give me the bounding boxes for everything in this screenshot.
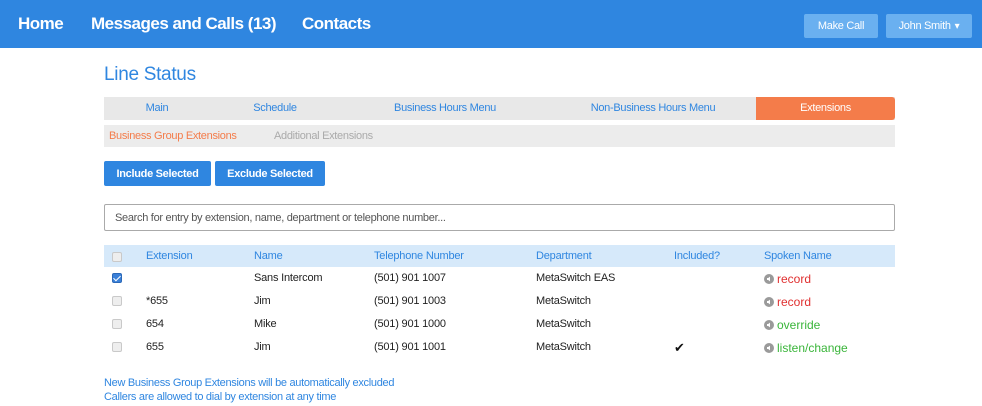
speaker-icon xyxy=(764,296,774,307)
tab-schedule[interactable]: Schedule xyxy=(210,97,340,120)
cell-extension: *655 xyxy=(146,295,168,307)
main-tabs: Main Schedule Business Hours Menu Non-Bu… xyxy=(104,97,895,120)
page-title: Line Status xyxy=(104,64,196,85)
cell-name: Jim xyxy=(254,295,271,307)
col-extension[interactable]: Extension xyxy=(146,245,193,267)
subtab-additional-extensions[interactable]: Additional Extensions xyxy=(274,125,373,147)
spoken-name-label: override xyxy=(777,317,821,332)
cell-department: MetaSwitch EAS xyxy=(536,272,616,284)
spoken-name-override-link[interactable]: override xyxy=(764,313,820,336)
cell-name: Mike xyxy=(254,318,277,330)
speaker-icon xyxy=(764,273,774,284)
subtab-business-group-extensions[interactable]: Business Group Extensions xyxy=(109,125,237,147)
col-name[interactable]: Name xyxy=(254,245,283,267)
row-checkbox[interactable] xyxy=(112,296,122,306)
table-row: 655 Jim (501) 901 1001 MetaSwitch ✔ list… xyxy=(104,336,895,359)
tab-non-business-hours-menu[interactable]: Non-Business Hours Menu xyxy=(550,97,756,120)
spoken-name-record-link[interactable]: record xyxy=(764,290,811,313)
col-spoken-name[interactable]: Spoken Name xyxy=(764,245,832,267)
row-checkbox[interactable] xyxy=(112,342,122,352)
tab-main[interactable]: Main xyxy=(104,97,210,120)
top-navbar: Home Messages and Calls (13) Contacts Ma… xyxy=(0,0,982,48)
search-input[interactable] xyxy=(104,204,895,231)
note-auto-excluded: New Business Group Extensions will be au… xyxy=(104,377,395,389)
cell-extension: 654 xyxy=(146,318,164,330)
make-call-button[interactable]: Make Call xyxy=(804,14,878,38)
nav-contacts-link[interactable]: Contacts xyxy=(302,14,371,34)
cell-name: Jim xyxy=(254,341,271,353)
extensions-table: Extension Name Telephone Number Departme… xyxy=(104,245,895,359)
col-included[interactable]: Included? xyxy=(674,245,720,267)
cell-department: MetaSwitch xyxy=(536,341,591,353)
col-telephone-number[interactable]: Telephone Number xyxy=(374,245,464,267)
cell-telephone: (501) 901 1001 xyxy=(374,341,446,353)
sub-tabs: Business Group Extensions Additional Ext… xyxy=(104,125,895,147)
include-selected-button[interactable]: Include Selected xyxy=(104,161,211,186)
tab-extensions[interactable]: Extensions xyxy=(756,97,895,120)
speaker-icon xyxy=(764,319,774,330)
table-header: Extension Name Telephone Number Departme… xyxy=(104,245,895,267)
cell-telephone: (501) 901 1007 xyxy=(374,272,446,284)
nav-home-link[interactable]: Home xyxy=(18,14,64,34)
cell-telephone: (501) 901 1003 xyxy=(374,295,446,307)
spoken-name-record-link[interactable]: record xyxy=(764,267,811,290)
spoken-name-label: listen/change xyxy=(777,340,848,355)
row-checkbox[interactable] xyxy=(112,273,122,283)
spoken-name-label: record xyxy=(777,294,812,309)
cell-department: MetaSwitch xyxy=(536,318,591,330)
user-name: John Smith xyxy=(898,20,951,32)
cell-department: MetaSwitch xyxy=(536,295,591,307)
user-menu-button[interactable]: John Smith ▾ xyxy=(886,14,972,38)
checkmark-icon: ✔ xyxy=(674,340,685,355)
chevron-down-icon: ▾ xyxy=(954,20,960,32)
table-row: 654 Mike (501) 901 1000 MetaSwitch overr… xyxy=(104,313,895,336)
select-all-checkbox[interactable] xyxy=(112,252,122,262)
exclude-selected-button[interactable]: Exclude Selected xyxy=(215,161,325,186)
cell-telephone: (501) 901 1000 xyxy=(374,318,446,330)
cell-extension: 655 xyxy=(146,341,164,353)
cell-name: Sans Intercom xyxy=(254,272,323,284)
spoken-name-label: record xyxy=(777,271,812,286)
note-dial-by-extension: Callers are allowed to dial by extension… xyxy=(104,391,337,403)
table-row: *655 Jim (501) 901 1003 MetaSwitch recor… xyxy=(104,290,895,313)
speaker-icon xyxy=(764,342,774,353)
col-department[interactable]: Department xyxy=(536,245,592,267)
table-row: Sans Intercom (501) 901 1007 MetaSwitch … xyxy=(104,267,895,290)
tab-business-hours-menu[interactable]: Business Hours Menu xyxy=(340,97,550,120)
nav-messages-link[interactable]: Messages and Calls (13) xyxy=(91,14,277,34)
row-checkbox[interactable] xyxy=(112,319,122,329)
spoken-name-listen-change-link[interactable]: listen/change xyxy=(764,336,848,359)
